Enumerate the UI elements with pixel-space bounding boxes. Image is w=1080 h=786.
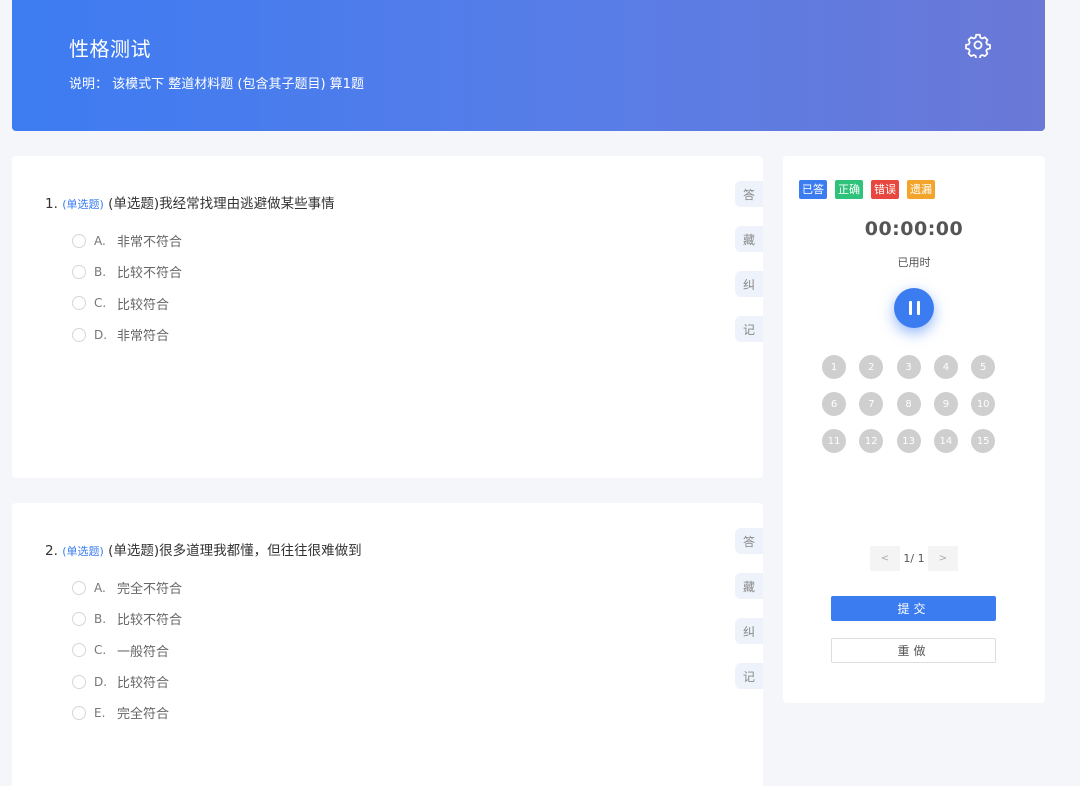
pagination: < 1/ 1 > [870, 546, 958, 571]
next-page-button[interactable]: > [928, 546, 958, 571]
prev-page-button[interactable]: < [870, 546, 900, 571]
question-number: 2. [45, 543, 58, 559]
page-indicator: 1/ 1 [903, 552, 925, 565]
question-text: (单选题)很多道理我都懂，但往往很难做到 [108, 543, 362, 559]
question-number-button[interactable]: 12 [859, 429, 884, 453]
page-header: 性格测试 说明： 该模式下 整道材料题 (包含其子题目) 算1题 [12, 0, 1045, 131]
option-b[interactable]: B. 比较不符合 [72, 603, 182, 634]
option-c[interactable]: C. 一般符合 [72, 635, 182, 666]
options-list: A. 非常不符合 B. 比较不符合 C. 比较符合 D. 非常符合 [72, 225, 182, 350]
option-text: 比较符合 [117, 297, 170, 313]
correct-button[interactable]: 纠 [735, 618, 763, 644]
answer-button[interactable]: 答 [735, 181, 763, 207]
legend-wrong: 错误 [871, 180, 899, 199]
option-text: 非常不符合 [117, 235, 183, 251]
option-letter: B. [94, 264, 107, 279]
option-text: 非常符合 [117, 329, 170, 345]
option-letter: C. [94, 643, 107, 658]
question-number-button[interactable]: 4 [933, 355, 958, 379]
options-list: A. 完全不符合 B. 比较不符合 C. 一般符合 D. 比较符合 E. 完全符合 [72, 572, 182, 728]
option-letter: A. [94, 233, 106, 248]
question-number-button[interactable]: 8 [896, 392, 921, 416]
radio-icon[interactable] [72, 611, 86, 626]
option-text: 一般符合 [117, 644, 170, 660]
question-title: 1. (单选题) (单选题)我经常找理由逃避做某些事情 [45, 192, 335, 212]
question-type-tag: (单选题) [62, 545, 104, 558]
submit-button[interactable]: 提交 [831, 596, 996, 621]
question-tools: 答 藏 纠 记 [735, 181, 763, 361]
pause-button[interactable] [894, 288, 934, 328]
pause-icon [908, 301, 912, 315]
question-number-button[interactable]: 13 [896, 429, 921, 453]
note-button[interactable]: 记 [735, 316, 763, 342]
option-a[interactable]: A. 非常不符合 [72, 225, 182, 256]
question-number-button[interactable]: 5 [971, 355, 996, 379]
question-title: 2. (单选题) (单选题)很多道理我都懂，但往往很难做到 [45, 539, 362, 559]
question-type-tag: (单选题) [62, 198, 104, 211]
radio-icon[interactable] [72, 264, 86, 279]
question-number-button[interactable]: 11 [822, 429, 846, 453]
legend-correct: 正确 [835, 180, 863, 199]
question-number-button[interactable]: 14 [933, 429, 958, 453]
option-letter: D. [94, 674, 108, 689]
radio-icon[interactable] [72, 327, 86, 342]
option-e[interactable]: E. 完全符合 [72, 697, 182, 728]
timer-display: 00:00:00 [864, 218, 964, 240]
option-text: 比较不符合 [117, 266, 183, 282]
question-card-2: 2. (单选题) (单选题)很多道理我都懂，但往往很难做到 A. 完全不符合 B.… [12, 503, 763, 786]
radio-icon[interactable] [72, 674, 86, 689]
option-c[interactable]: C. 比较符合 [72, 288, 182, 319]
redo-button[interactable]: 重做 [831, 638, 996, 663]
timer-label: 已用时 [897, 256, 931, 269]
question-tools: 答 藏 纠 记 [735, 528, 763, 708]
question-number-button[interactable]: 6 [822, 392, 846, 416]
question-card-1: 1. (单选题) (单选题)我经常找理由逃避做某些事情 A. 非常不符合 B. 比较… [12, 156, 763, 478]
question-number-button[interactable]: 9 [933, 392, 958, 416]
option-text: 比较不符合 [117, 613, 183, 629]
question-number-button[interactable]: 10 [971, 392, 996, 416]
question-text: (单选题)我经常找理由逃避做某些事情 [108, 196, 335, 212]
radio-icon[interactable] [72, 705, 86, 720]
status-legend: 已答 正确 错误 遗漏 [799, 180, 943, 199]
page-description: 说明： 该模式下 整道材料题 (包含其子题目) 算1题 [69, 77, 364, 92]
option-b[interactable]: B. 比较不符合 [72, 256, 182, 287]
collect-button[interactable]: 藏 [735, 573, 763, 599]
pause-icon [916, 301, 920, 315]
answer-button[interactable]: 答 [735, 528, 763, 554]
option-letter: C. [94, 296, 107, 311]
question-number-grid: 1 2 3 4 5 6 7 8 9 10 11 12 13 14 15 [822, 355, 1012, 453]
radio-icon[interactable] [72, 643, 86, 658]
option-letter: E. [94, 705, 106, 720]
option-text: 比较符合 [117, 676, 170, 692]
gear-icon[interactable] [965, 32, 991, 58]
question-number-button[interactable]: 15 [971, 429, 996, 453]
question-number-button[interactable]: 1 [822, 355, 846, 379]
option-text: 完全不符合 [117, 582, 183, 598]
collect-button[interactable]: 藏 [735, 226, 763, 252]
answer-sheet-panel: 已答 正确 错误 遗漏 00:00:00 已用时 1 2 3 4 5 6 7 8… [783, 156, 1045, 703]
question-number-button[interactable]: 3 [896, 355, 921, 379]
option-d[interactable]: D. 比较符合 [72, 666, 182, 697]
option-letter: D. [94, 327, 108, 342]
option-letter: A. [94, 580, 106, 595]
radio-icon[interactable] [72, 233, 86, 248]
question-number-button[interactable]: 2 [859, 355, 884, 379]
legend-answered: 已答 [799, 180, 827, 199]
option-a[interactable]: A. 完全不符合 [72, 572, 182, 603]
page-title: 性格测试 [69, 37, 151, 61]
radio-icon[interactable] [72, 580, 86, 595]
legend-missed: 遗漏 [907, 180, 935, 199]
option-d[interactable]: D. 非常符合 [72, 319, 182, 350]
option-text: 完全符合 [117, 707, 170, 723]
question-number: 1. [45, 196, 58, 212]
option-letter: B. [94, 611, 107, 626]
note-button[interactable]: 记 [735, 663, 763, 689]
radio-icon[interactable] [72, 296, 86, 311]
correct-button[interactable]: 纠 [735, 271, 763, 297]
question-number-button[interactable]: 7 [859, 392, 884, 416]
